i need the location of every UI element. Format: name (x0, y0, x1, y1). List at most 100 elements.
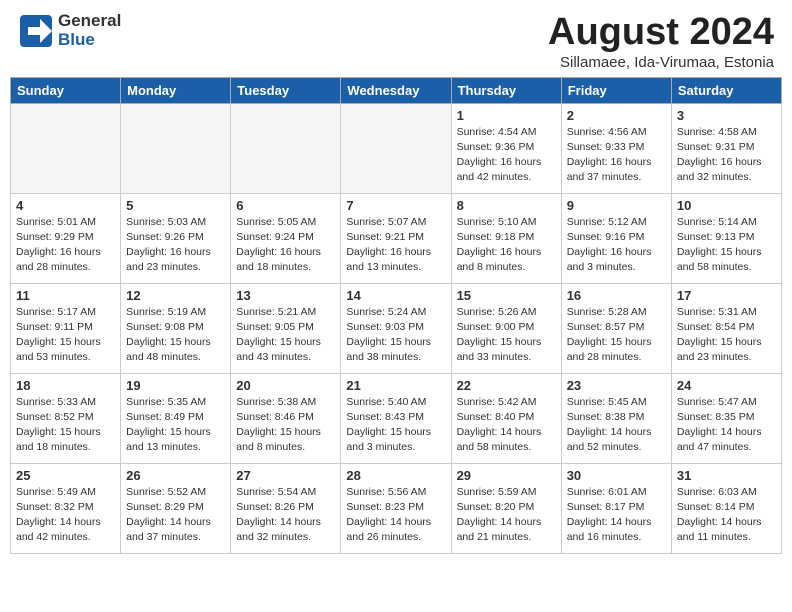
daylight-text: Daylight: 15 hours and 33 minutes. (457, 335, 556, 365)
day-number: 30 (567, 468, 666, 483)
day-number: 1 (457, 108, 556, 123)
sunrise-text: Sunrise: 5:45 AM (567, 395, 666, 410)
calendar-cell: 16Sunrise: 5:28 AMSunset: 8:57 PMDayligh… (561, 283, 671, 373)
calendar-cell: 13Sunrise: 5:21 AMSunset: 9:05 PMDayligh… (231, 283, 341, 373)
calendar-cell: 8Sunrise: 5:10 AMSunset: 9:18 PMDaylight… (451, 193, 561, 283)
day-number: 2 (567, 108, 666, 123)
sunrise-text: Sunrise: 5:12 AM (567, 215, 666, 230)
daylight-text: Daylight: 15 hours and 53 minutes. (16, 335, 115, 365)
day-number: 12 (126, 288, 225, 303)
daylight-text: Daylight: 15 hours and 3 minutes. (346, 425, 445, 455)
sunset-text: Sunset: 9:13 PM (677, 230, 776, 245)
sunrise-text: Sunrise: 5:21 AM (236, 305, 335, 320)
sunrise-text: Sunrise: 5:56 AM (346, 485, 445, 500)
sunrise-text: Sunrise: 5:26 AM (457, 305, 556, 320)
day-number: 13 (236, 288, 335, 303)
daylight-text: Daylight: 15 hours and 18 minutes. (16, 425, 115, 455)
calendar-cell: 27Sunrise: 5:54 AMSunset: 8:26 PMDayligh… (231, 463, 341, 553)
month-year: August 2024 (548, 12, 774, 54)
calendar-cell: 24Sunrise: 5:47 AMSunset: 8:35 PMDayligh… (671, 373, 781, 463)
daylight-text: Daylight: 16 hours and 37 minutes. (567, 155, 666, 185)
calendar-cell: 11Sunrise: 5:17 AMSunset: 9:11 PMDayligh… (11, 283, 121, 373)
calendar-cell: 18Sunrise: 5:33 AMSunset: 8:52 PMDayligh… (11, 373, 121, 463)
location: Sillamaee, Ida-Virumaa, Estonia (548, 54, 774, 71)
sunset-text: Sunset: 9:08 PM (126, 320, 225, 335)
sunrise-text: Sunrise: 5:42 AM (457, 395, 556, 410)
daylight-text: Daylight: 14 hours and 37 minutes. (126, 515, 225, 545)
sunset-text: Sunset: 9:05 PM (236, 320, 335, 335)
sunrise-text: Sunrise: 5:17 AM (16, 305, 115, 320)
sunset-text: Sunset: 8:43 PM (346, 410, 445, 425)
calendar-cell: 29Sunrise: 5:59 AMSunset: 8:20 PMDayligh… (451, 463, 561, 553)
calendar-cell: 20Sunrise: 5:38 AMSunset: 8:46 PMDayligh… (231, 373, 341, 463)
sunset-text: Sunset: 9:24 PM (236, 230, 335, 245)
calendar-cell: 19Sunrise: 5:35 AMSunset: 8:49 PMDayligh… (121, 373, 231, 463)
sunset-text: Sunset: 9:16 PM (567, 230, 666, 245)
daylight-text: Daylight: 16 hours and 13 minutes. (346, 245, 445, 275)
calendar-cell: 10Sunrise: 5:14 AMSunset: 9:13 PMDayligh… (671, 193, 781, 283)
title-block: August 2024 Sillamaee, Ida-Virumaa, Esto… (548, 12, 774, 71)
sunset-text: Sunset: 8:17 PM (567, 500, 666, 515)
calendar-cell: 26Sunrise: 5:52 AMSunset: 8:29 PMDayligh… (121, 463, 231, 553)
sunset-text: Sunset: 8:14 PM (677, 500, 776, 515)
daylight-text: Daylight: 15 hours and 48 minutes. (126, 335, 225, 365)
sunset-text: Sunset: 8:35 PM (677, 410, 776, 425)
sunrise-text: Sunrise: 5:19 AM (126, 305, 225, 320)
sunset-text: Sunset: 9:26 PM (126, 230, 225, 245)
calendar-cell: 5Sunrise: 5:03 AMSunset: 9:26 PMDaylight… (121, 193, 231, 283)
calendar-cell: 22Sunrise: 5:42 AMSunset: 8:40 PMDayligh… (451, 373, 561, 463)
day-number: 26 (126, 468, 225, 483)
sunrise-text: Sunrise: 5:07 AM (346, 215, 445, 230)
sunrise-text: Sunrise: 5:49 AM (16, 485, 115, 500)
calendar-cell: 28Sunrise: 5:56 AMSunset: 8:23 PMDayligh… (341, 463, 451, 553)
sunset-text: Sunset: 8:32 PM (16, 500, 115, 515)
daylight-text: Daylight: 16 hours and 42 minutes. (457, 155, 556, 185)
header-thursday: Thursday (451, 77, 561, 103)
logo-blue: Blue (58, 31, 121, 50)
logo-icon (18, 13, 54, 49)
week-row-4: 18Sunrise: 5:33 AMSunset: 8:52 PMDayligh… (11, 373, 782, 463)
day-number: 4 (16, 198, 115, 213)
daylight-text: Daylight: 14 hours and 16 minutes. (567, 515, 666, 545)
calendar-cell (121, 103, 231, 193)
sunrise-text: Sunrise: 5:01 AM (16, 215, 115, 230)
calendar-cell: 1Sunrise: 4:54 AMSunset: 9:36 PMDaylight… (451, 103, 561, 193)
daylight-text: Daylight: 16 hours and 3 minutes. (567, 245, 666, 275)
daylight-text: Daylight: 15 hours and 8 minutes. (236, 425, 335, 455)
sunset-text: Sunset: 9:03 PM (346, 320, 445, 335)
sunrise-text: Sunrise: 5:10 AM (457, 215, 556, 230)
day-number: 29 (457, 468, 556, 483)
daylight-text: Daylight: 14 hours and 21 minutes. (457, 515, 556, 545)
day-number: 15 (457, 288, 556, 303)
week-row-3: 11Sunrise: 5:17 AMSunset: 9:11 PMDayligh… (11, 283, 782, 373)
daylight-text: Daylight: 15 hours and 28 minutes. (567, 335, 666, 365)
daylight-text: Daylight: 14 hours and 47 minutes. (677, 425, 776, 455)
sunset-text: Sunset: 8:29 PM (126, 500, 225, 515)
header-sunday: Sunday (11, 77, 121, 103)
calendar-cell: 2Sunrise: 4:56 AMSunset: 9:33 PMDaylight… (561, 103, 671, 193)
daylight-text: Daylight: 15 hours and 38 minutes. (346, 335, 445, 365)
sunset-text: Sunset: 8:57 PM (567, 320, 666, 335)
day-number: 18 (16, 378, 115, 393)
sunset-text: Sunset: 9:00 PM (457, 320, 556, 335)
header-monday: Monday (121, 77, 231, 103)
calendar-cell: 9 Sunrise: 5:12 AMSunset: 9:16 PMDaylight… (561, 193, 671, 283)
weekday-header-row: Sunday Monday Tuesday Wednesday Thursday… (11, 77, 782, 103)
sunset-text: Sunset: 8:40 PM (457, 410, 556, 425)
day-number: 9 (567, 198, 666, 213)
sunset-text: Sunset: 9:31 PM (677, 140, 776, 155)
sunset-text: Sunset: 8:46 PM (236, 410, 335, 425)
calendar: Sunday Monday Tuesday Wednesday Thursday… (10, 77, 782, 554)
day-number: 19 (126, 378, 225, 393)
day-number: 23 (567, 378, 666, 393)
calendar-cell: 21Sunrise: 5:40 AMSunset: 8:43 PMDayligh… (341, 373, 451, 463)
sunrise-text: Sunrise: 5:40 AM (346, 395, 445, 410)
sunset-text: Sunset: 8:52 PM (16, 410, 115, 425)
sunrise-text: Sunrise: 5:47 AM (677, 395, 776, 410)
logo-text: General Blue (58, 12, 121, 49)
day-number: 31 (677, 468, 776, 483)
sunrise-text: Sunrise: 5:35 AM (126, 395, 225, 410)
sunset-text: Sunset: 8:26 PM (236, 500, 335, 515)
day-number: 5 (126, 198, 225, 213)
calendar-cell: 25Sunrise: 5:49 AMSunset: 8:32 PMDayligh… (11, 463, 121, 553)
